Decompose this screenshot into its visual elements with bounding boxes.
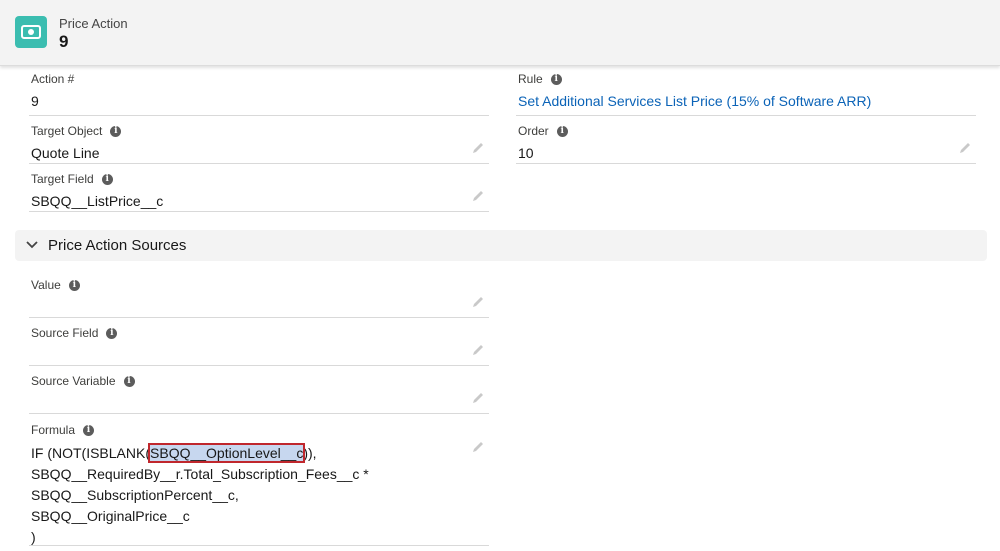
edit-pencil-icon[interactable]: [471, 189, 485, 203]
field-value: SBQQ__ListPrice__c: [31, 193, 164, 209]
field-label: Source Variable i: [31, 374, 135, 388]
field-action-number: Action # 9: [29, 67, 489, 116]
edit-pencil-icon[interactable]: [471, 343, 485, 357]
formula-line5: ): [31, 529, 36, 545]
field-label: Source Field i: [31, 326, 118, 340]
info-icon[interactable]: i: [556, 125, 568, 137]
field-target-object: Target Object i Quote Line: [29, 119, 489, 164]
field-source-field: Source Field i: [29, 321, 489, 366]
info-icon[interactable]: i: [110, 125, 122, 137]
info-icon[interactable]: i: [123, 375, 135, 387]
field-label: Target Object i: [31, 124, 122, 138]
price-action-icon: [15, 16, 47, 48]
formula-text: IF (NOT(ISBLANK(SBQQ__OptionLevel__c)), …: [31, 443, 369, 548]
record-header: Price Action 9: [0, 0, 1000, 66]
info-icon[interactable]: i: [101, 173, 113, 185]
field-source-variable: Source Variable i: [29, 369, 489, 414]
field-target-field: Target Field i SBQQ__ListPrice__c: [29, 167, 489, 212]
field-value: Value i: [29, 273, 489, 318]
field-label: Value i: [31, 278, 80, 292]
record-title: 9: [59, 32, 69, 51]
field-label: Order i: [518, 124, 568, 138]
edit-pencil-icon[interactable]: [471, 141, 485, 155]
object-label: Price Action: [59, 16, 128, 31]
field-order: Order i 10: [516, 119, 976, 164]
info-icon[interactable]: i: [68, 279, 80, 291]
section-header-price-action-sources[interactable]: Price Action Sources: [15, 230, 987, 261]
chevron-down-icon[interactable]: [25, 239, 39, 251]
formula-line4: SBQQ__OriginalPrice__c: [31, 508, 190, 524]
edit-pencil-icon[interactable]: [958, 141, 972, 155]
info-icon[interactable]: i: [550, 73, 562, 85]
rule-link[interactable]: Set Additional Services List Price (15% …: [518, 93, 871, 109]
field-label: Rule i: [518, 72, 562, 86]
section-title: Price Action Sources: [48, 237, 187, 254]
formula-line2: SBQQ__RequiredBy__r.Total_Subscription_F…: [31, 466, 369, 482]
field-label: Target Field i: [31, 172, 113, 186]
field-rule: Rule i Set Additional Services List Price…: [516, 67, 976, 116]
field-label: Formula i: [31, 423, 95, 437]
field-formula: Formula i IF (NOT(ISBLANK(SBQQ__OptionLev…: [29, 418, 489, 546]
field-value: 9: [31, 93, 39, 109]
edit-pencil-icon[interactable]: [471, 391, 485, 405]
formula-line1-suffix: )),: [303, 445, 317, 461]
info-icon[interactable]: i: [106, 327, 118, 339]
field-label: Action #: [31, 72, 75, 86]
formula-highlight: SBQQ__OptionLevel__c: [148, 443, 306, 463]
edit-pencil-icon[interactable]: [471, 440, 485, 454]
formula-line1-prefix: IF (NOT(ISBLANK(: [31, 445, 151, 461]
field-value: 10: [518, 145, 534, 161]
info-icon[interactable]: i: [83, 424, 95, 436]
field-value: Quote Line: [31, 145, 100, 161]
formula-line3: SBQQ__SubscriptionPercent__c,: [31, 487, 239, 503]
edit-pencil-icon[interactable]: [471, 295, 485, 309]
